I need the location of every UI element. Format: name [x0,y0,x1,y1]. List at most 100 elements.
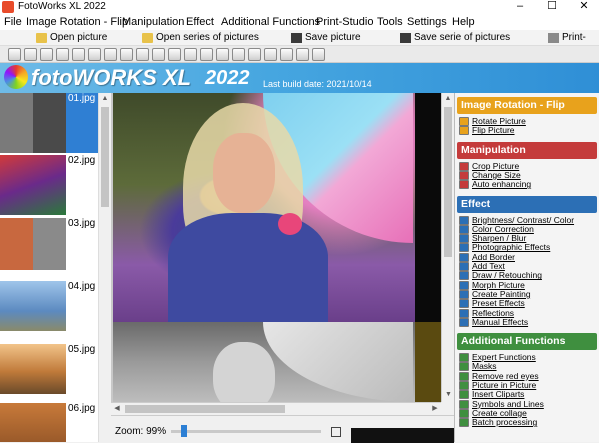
color-correction-icon [459,224,469,234]
layers-icon[interactable] [232,48,245,61]
thumbnail-image [0,403,66,442]
open-series-label: Open series of pictures [156,32,259,43]
panel-item-manual-effects[interactable]: Manual Effects [459,317,595,327]
photo-edge [415,322,441,402]
create-collage-icon [459,408,469,418]
brand-banner: fotoWORKS XL 2022 Last build date: 2021/… [0,63,599,93]
thumbnail-image [0,218,66,270]
scroll-right-arrow-icon[interactable]: ▶ [429,403,441,414]
section-header-manipulation[interactable]: Manipulation [457,141,597,159]
thumbnail-item[interactable]: 01.jpg [0,93,98,153]
panel-item-batch-processing[interactable]: Batch processing [459,418,595,428]
thumbnail-item[interactable]: 02.jpg [0,155,98,217]
resize-icon[interactable] [72,48,85,61]
clipart-icon[interactable] [312,48,325,61]
thumbnail-label: 06.jpg [68,403,96,414]
menu-additional-functions[interactable]: Additional Functions [221,14,320,30]
open-picture-button[interactable]: Open picture [36,31,107,45]
menu-file[interactable]: File [4,14,22,30]
viewer-horizontal-scrollbar[interactable]: ◀ ▶ [111,402,441,415]
open-series-button[interactable]: Open series of pictures [142,31,259,45]
thumbnail-image [0,344,66,394]
thumbnail-image [0,155,66,215]
rotate-right-icon[interactable] [40,48,53,61]
menu-print-studio[interactable]: Print-Studio [316,14,373,30]
paste-icon[interactable] [120,48,133,61]
grid-icon[interactable] [184,48,197,61]
thumbnail-item[interactable]: 04.jpg [0,281,98,343]
tools-icon[interactable] [280,48,293,61]
functions-panel: Image Rotation - Flip Rotate Picture Flip … [454,93,599,442]
umbrella-shape [263,322,413,402]
body-shape [168,213,328,323]
save-picture-label: Save picture [305,32,361,43]
draw-retouching-icon [459,271,469,281]
thumbnail-item[interactable]: 05.jpg [0,344,98,406]
menu-tools[interactable]: Tools [377,14,403,30]
scroll-up-arrow-icon[interactable]: ▲ [99,93,111,104]
scrollbar-thumb[interactable] [101,107,109,207]
main-toolbar: Open picture Open series of pictures Sav… [0,30,599,57]
scrollbar-thumb[interactable] [125,405,285,413]
menu-effect[interactable]: Effect [186,14,214,30]
section-header-additional-functions[interactable]: Additional Functions [457,333,597,351]
panel-item-auto-enhancing[interactable]: Auto enhancing [459,179,595,190]
thumbnail-scrollbar[interactable]: ▲ [98,93,111,442]
zoom-label: Zoom: 99% [115,426,167,437]
print-studio-button[interactable]: Print-Stu [548,31,599,57]
close-button[interactable]: ✕ [569,0,599,14]
crop-tool-icon[interactable] [8,48,21,61]
section-header-effect[interactable]: Effect [457,195,597,213]
photographic-effects-icon [459,243,469,253]
scrollbar-thumb[interactable] [444,107,452,257]
viewer-vertical-scrollbar[interactable]: ▲ ▼ [441,93,454,402]
menu-help[interactable]: Help [452,14,475,30]
thumbnail-item[interactable]: 06.jpg [0,403,98,442]
image-icon[interactable] [200,48,213,61]
expert-functions-icon [459,353,469,363]
crop-picture-icon [459,161,469,171]
rotate-left-icon[interactable] [24,48,37,61]
enhance-icon[interactable] [136,48,149,61]
heart-lollipop-shape [278,213,302,235]
panel-item-label: Auto enhancing [472,179,532,190]
menu-settings[interactable]: Settings [407,14,447,30]
maximize-button[interactable]: ☐ [537,0,567,14]
flip-icon[interactable] [56,48,69,61]
flip-picture-icon [459,126,469,136]
add-border-icon [459,252,469,262]
minimize-button[interactable]: – [505,0,535,14]
adjust-icon[interactable] [168,48,181,61]
save-series-button[interactable]: Save serie of pictures [400,31,510,45]
text-icon[interactable] [264,48,277,61]
logo-ball-icon [4,65,28,89]
frame-icon[interactable] [216,48,229,61]
save-series-label: Save serie of pictures [414,32,511,43]
scroll-up-arrow-icon[interactable]: ▲ [442,93,454,104]
printer-icon [548,33,559,43]
window-title: FotoWorks XL 2022 [18,1,106,12]
face-shape [213,133,275,213]
section-header-image-rotation-flip[interactable]: Image Rotation - Flip [457,97,597,114]
zoom-slider-thumb[interactable] [181,425,187,437]
cut-icon[interactable] [296,48,309,61]
thumbnail-item[interactable]: 03.jpg [0,218,98,280]
settings-icon[interactable] [88,48,101,61]
menu-image-rotation-flip[interactable]: Image Rotation - Flip [26,14,128,30]
reflections-icon [459,308,469,318]
zoom-slider-track[interactable] [171,430,321,433]
fit-screen-icon[interactable] [331,427,341,437]
save-picture-button[interactable]: Save picture [291,31,361,45]
menu-manipulation[interactable]: Manipulation [122,14,184,30]
app-icon [2,1,14,13]
panel-item-flip-picture[interactable]: Flip Picture [459,126,595,136]
thumbnail-label: 03.jpg [68,218,96,229]
color-icon[interactable] [248,48,261,61]
scroll-left-arrow-icon[interactable]: ◀ [111,403,123,414]
copy-icon[interactable] [104,48,117,61]
sharpen-blur-icon [459,234,469,244]
brush-icon[interactable] [152,48,165,61]
batch-processing-icon [459,418,469,428]
change-size-icon [459,170,469,180]
open-picture-label: Open picture [50,32,108,43]
